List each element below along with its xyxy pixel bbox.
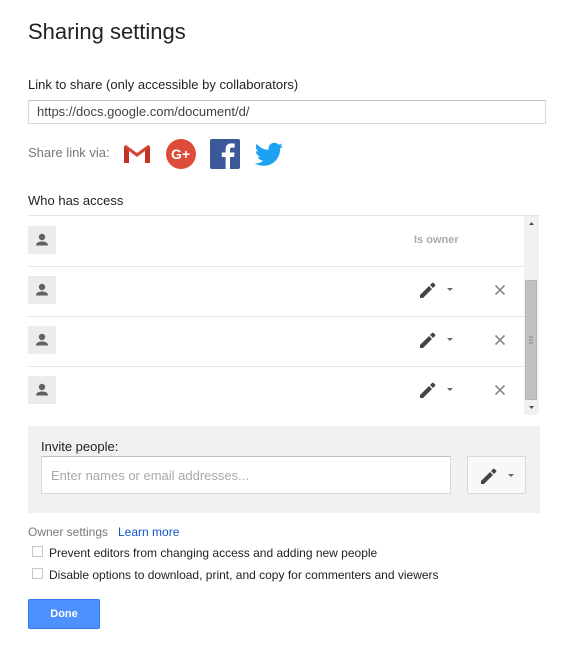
chevron-down-icon <box>508 474 514 477</box>
permission-dropdown[interactable] <box>418 330 458 350</box>
learn-more-link[interactable]: Learn more <box>118 525 179 539</box>
google-plus-icon[interactable]: G+ <box>165 138 197 170</box>
access-row <box>28 266 524 317</box>
scroll-up-arrow-icon <box>529 222 534 225</box>
access-list: Is owner <box>28 215 540 415</box>
facebook-icon[interactable] <box>209 138 241 170</box>
access-list-scrollbar[interactable] <box>524 216 539 415</box>
invite-people-label: Invite people: <box>41 439 119 454</box>
person-icon <box>36 233 48 246</box>
chevron-down-icon <box>447 338 453 341</box>
avatar <box>28 376 56 404</box>
disable-download-label: Disable options to download, print, and … <box>49 568 439 582</box>
pencil-icon <box>420 332 436 348</box>
svg-text:G+: G+ <box>171 146 190 162</box>
close-icon <box>494 284 506 296</box>
avatar <box>28 226 56 254</box>
close-icon <box>494 384 506 396</box>
done-button[interactable]: Done <box>28 599 100 629</box>
owner-settings-label: Owner settings <box>28 525 109 539</box>
access-row <box>28 366 524 415</box>
scroll-thumb[interactable] <box>525 280 537 400</box>
person-icon <box>36 383 48 396</box>
share-link-field[interactable] <box>28 100 546 124</box>
access-row <box>28 316 524 367</box>
pencil-icon <box>420 282 436 298</box>
who-has-access-label: Who has access <box>28 193 124 208</box>
invite-people-panel: Invite people: <box>28 426 540 513</box>
person-icon <box>36 333 48 346</box>
share-via-label: Share link via: <box>28 145 110 160</box>
prevent-editors-label: Prevent editors from changing access and… <box>49 546 378 560</box>
avatar <box>28 326 56 354</box>
pencil-icon <box>481 468 497 484</box>
permission-dropdown[interactable] <box>418 280 458 300</box>
remove-access-button[interactable] <box>494 333 506 346</box>
person-icon <box>36 283 48 296</box>
pencil-icon <box>420 382 436 398</box>
remove-access-button[interactable] <box>494 383 506 396</box>
remove-access-button[interactable] <box>494 283 506 296</box>
disable-download-checkbox[interactable] <box>32 568 43 579</box>
chevron-down-icon <box>447 288 453 291</box>
close-icon <box>494 334 506 346</box>
dialog-title: Sharing settings <box>28 19 186 44</box>
invite-permission-dropdown[interactable] <box>467 456 526 494</box>
access-row-owner: Is owner <box>28 216 524 267</box>
link-to-share-label: Link to share (only accessible by collab… <box>28 77 299 92</box>
gmail-icon[interactable] <box>121 138 153 170</box>
scroll-down-arrow-icon <box>529 406 534 409</box>
permission-dropdown[interactable] <box>418 380 458 400</box>
invite-email-input[interactable] <box>41 456 451 494</box>
twitter-icon[interactable] <box>253 138 285 170</box>
avatar <box>28 276 56 304</box>
chevron-down-icon <box>447 388 453 391</box>
prevent-editors-checkbox[interactable] <box>32 546 43 557</box>
is-owner-label: Is owner <box>414 234 459 246</box>
